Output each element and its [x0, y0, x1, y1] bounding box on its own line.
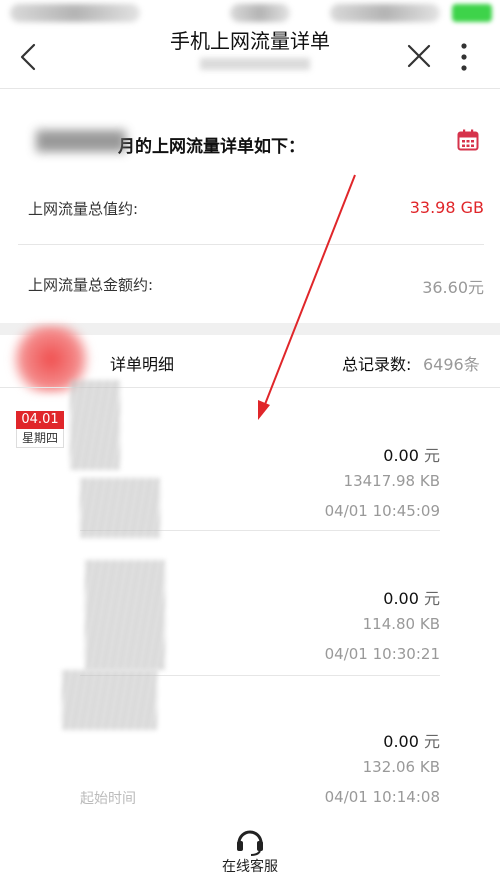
annotation-arrow-icon: [258, 174, 356, 420]
online-service-label: 在线客服: [222, 859, 278, 875]
online-service-button[interactable]: 在线客服: [0, 820, 500, 889]
headset-icon: [237, 830, 263, 856]
